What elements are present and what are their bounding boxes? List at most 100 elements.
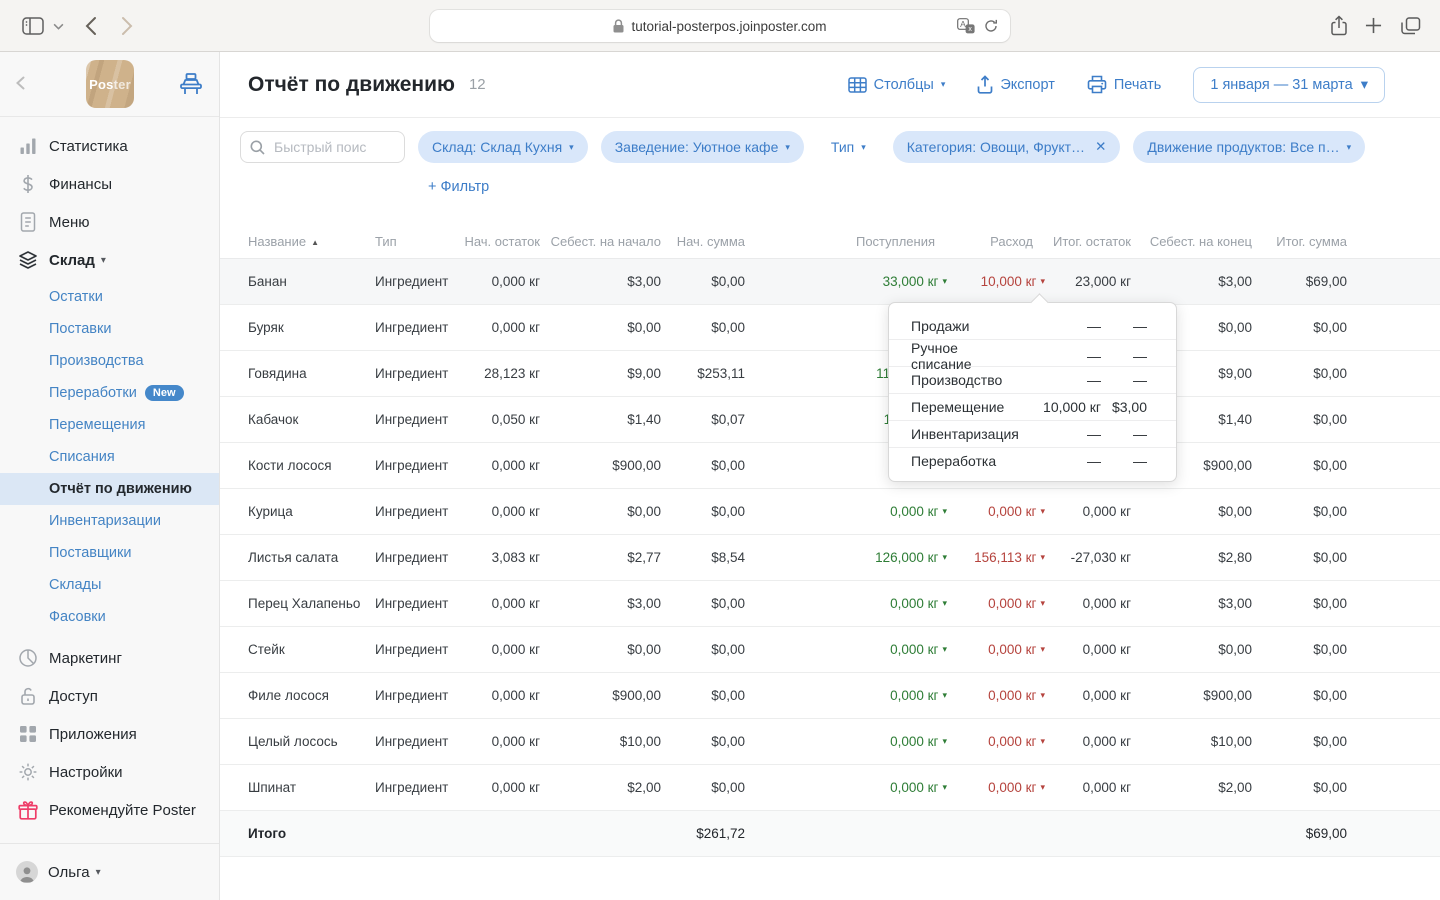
column-header-start_qty[interactable]: Нач. остаток [460,220,540,258]
back-icon[interactable] [85,16,97,36]
cell-incoming[interactable]: 0,000 кг▾ [745,719,947,764]
filter-venue[interactable]: Заведение: Уютное кафе▾ [601,131,804,163]
cell-incoming[interactable]: 0,000 кг▾ [745,627,947,672]
cell-value: 0,000 кг [988,596,1036,611]
sidebar-item-marketing[interactable]: Маркетинг [0,639,219,677]
sidebar-item-packings[interactable]: Фасовки [0,601,219,633]
sidebar-toggle-icon[interactable] [22,17,44,35]
lock-icon [613,19,624,33]
filter-movement[interactable]: Движение продуктов: Все п…▾ [1133,131,1365,163]
cell-incoming[interactable]: 0,000 кг▾ [745,765,947,810]
chevron-down-icon[interactable] [53,23,64,30]
collapse-sidebar-icon[interactable] [16,76,25,95]
popup-qty: — [1021,348,1101,364]
sidebar-item-label: Производства [49,353,144,369]
cell-cost_start: $0,00 [540,627,661,672]
sidebar-item-warehouse[interactable]: Склад▾ [0,241,219,279]
cell-incoming[interactable]: 0,000 кг▾ [745,489,947,534]
cell-expense[interactable]: 0,000 кг▾ [947,673,1045,718]
table-row[interactable]: ГовядинаИнгредиент28,123 кг$9,00$253,111… [220,351,1440,397]
date-range-button[interactable]: 1 января — 31 марта▾ [1193,67,1385,103]
total-incoming [745,811,947,856]
column-header-type[interactable]: Тип [375,220,460,258]
search-input[interactable] [272,138,395,156]
cell-incoming[interactable]: 126,000 кг▾ [745,535,947,580]
table-row[interactable]: БурякИнгредиент0,000 кг$0,00$0,000,000 к… [220,305,1440,351]
sidebar-item-applications[interactable]: Приложения [0,715,219,753]
add-filter-link[interactable]: + Фильтр [428,179,489,195]
sidebar-item-statistics[interactable]: Статистика [0,127,219,165]
table-row[interactable]: Филе лососяИнгредиент0,000 кг$900,00$0,0… [220,673,1440,719]
table-row[interactable]: БананИнгредиент0,000 кг$3,00$0,0033,000 … [220,259,1440,305]
filter-type[interactable]: Тип▾ [817,131,880,163]
sidebar-item-productions[interactable]: Производства [0,345,219,377]
forward-icon[interactable] [121,16,133,36]
table-row[interactable]: Целый лососьИнгредиент0,000 кг$10,00$0,0… [220,719,1440,765]
sidebar-item-movement-report[interactable]: Отчёт по движению [0,473,219,505]
cell-incoming[interactable]: 33,000 кг▾ [745,259,947,304]
poster-logo[interactable]: Poster [86,60,134,108]
sidebar-item-transfers[interactable]: Перемещения [0,409,219,441]
sidebar-item-leftovers[interactable]: Остатки [0,281,219,313]
table-row[interactable]: КурицаИнгредиент0,000 кг$0,00$0,000,000 … [220,489,1440,535]
table-row[interactable]: ШпинатИнгредиент0,000 кг$2,00$0,000,000 … [220,765,1440,811]
address-bar[interactable]: tutorial-posterpos.joinposter.com Ax [430,10,1010,42]
filter-warehouse[interactable]: Склад: Склад Кухня▾ [418,131,588,163]
cell-start_sum: $0,00 [661,627,745,672]
sidebar-item-writeoffs[interactable]: Списания [0,441,219,473]
table-row[interactable]: КабачокИнгредиент0,050 кг$1,40$0,0711,00… [220,397,1440,443]
sidebar-item-warehouses[interactable]: Склады [0,569,219,601]
close-icon[interactable]: ✕ [1095,139,1106,155]
new-tab-icon[interactable] [1365,17,1382,34]
sidebar-item-access[interactable]: Доступ [0,677,219,715]
cell-expense[interactable]: 0,000 кг▾ [947,627,1045,672]
sidebar-item-menu[interactable]: Меню [0,203,219,241]
popup-qty: 10,000 кг [1021,399,1101,415]
cash-register-icon[interactable] [178,72,204,101]
user-menu[interactable]: Ольга ▾ [0,843,219,900]
export-button[interactable]: Экспорт [977,75,1054,94]
filter-category[interactable]: Категория: Овощи, Фрукт…✕ [893,131,1121,163]
cell-expense[interactable]: 0,000 кг▾ [947,581,1045,626]
sidebar-item-processings[interactable]: ПереработкиNew [0,377,219,409]
table-row[interactable]: СтейкИнгредиент0,000 кг$0,00$0,000,000 к… [220,627,1440,673]
cell-name: Целый лосось [248,719,375,764]
print-button[interactable]: Печать [1087,75,1162,94]
table-row[interactable]: Кости лососяИнгредиент0,000 кг$900,00$0,… [220,443,1440,489]
share-icon[interactable] [1330,15,1348,37]
translate-icon[interactable]: Ax [957,18,975,34]
column-label: Себест. на начало [551,234,661,249]
sidebar-item-recommend-poster[interactable]: Рекомендуйте Poster [0,791,219,829]
sidebar-item-suppliers[interactable]: Поставщики [0,537,219,569]
popup-sum: $3,00 [1101,399,1147,415]
cell-expense[interactable]: 0,000 кг▾ [947,765,1045,810]
column-header-end_sum[interactable]: Итог. сумма [1252,220,1347,258]
column-header-start_sum[interactable]: Нач. сумма [661,220,745,258]
tabs-overview-icon[interactable] [1401,17,1421,35]
columns-button[interactable]: Столбцы▾ [848,77,946,93]
cell-expense[interactable]: 0,000 кг▾ [947,489,1045,534]
sidebar-item-finance[interactable]: Финансы [0,165,219,203]
cell-incoming[interactable]: 0,000 кг▾ [745,673,947,718]
column-header-cost_end[interactable]: Себест. на конец [1131,220,1252,258]
table-row[interactable]: Перец ХалапеньоИнгредиент0,000 кг$3,00$0… [220,581,1440,627]
cell-value: 0,000 кг [988,780,1036,795]
cell-expense[interactable]: 0,000 кг▾ [947,719,1045,764]
cell-end_sum: $0,00 [1252,581,1347,626]
cell-expense[interactable]: 156,113 кг▾ [947,535,1045,580]
cell-start_qty: 0,000 кг [460,305,540,350]
column-header-name[interactable]: Название▲ [248,220,375,258]
cell-start_sum: $0,00 [661,259,745,304]
sidebar-item-settings[interactable]: Настройки [0,753,219,791]
sidebar-item-supplies[interactable]: Поставки [0,313,219,345]
cell-expense[interactable]: 10,000 кг▾ [947,259,1045,304]
column-header-expense[interactable]: Расход [947,220,1045,258]
reload-icon[interactable] [984,19,998,33]
table-row[interactable]: Листья салатаИнгредиент3,083 кг$2,77$8,5… [220,535,1440,581]
column-header-end_qty[interactable]: Итог. остаток [1045,220,1131,258]
sidebar-item-label: Переработки [49,385,137,401]
column-header-incoming[interactable]: Поступления [745,220,947,258]
sidebar-item-inventories[interactable]: Инвентаризации [0,505,219,537]
column-header-cost_start[interactable]: Себест. на начало [540,220,661,258]
cell-incoming[interactable]: 0,000 кг▾ [745,581,947,626]
